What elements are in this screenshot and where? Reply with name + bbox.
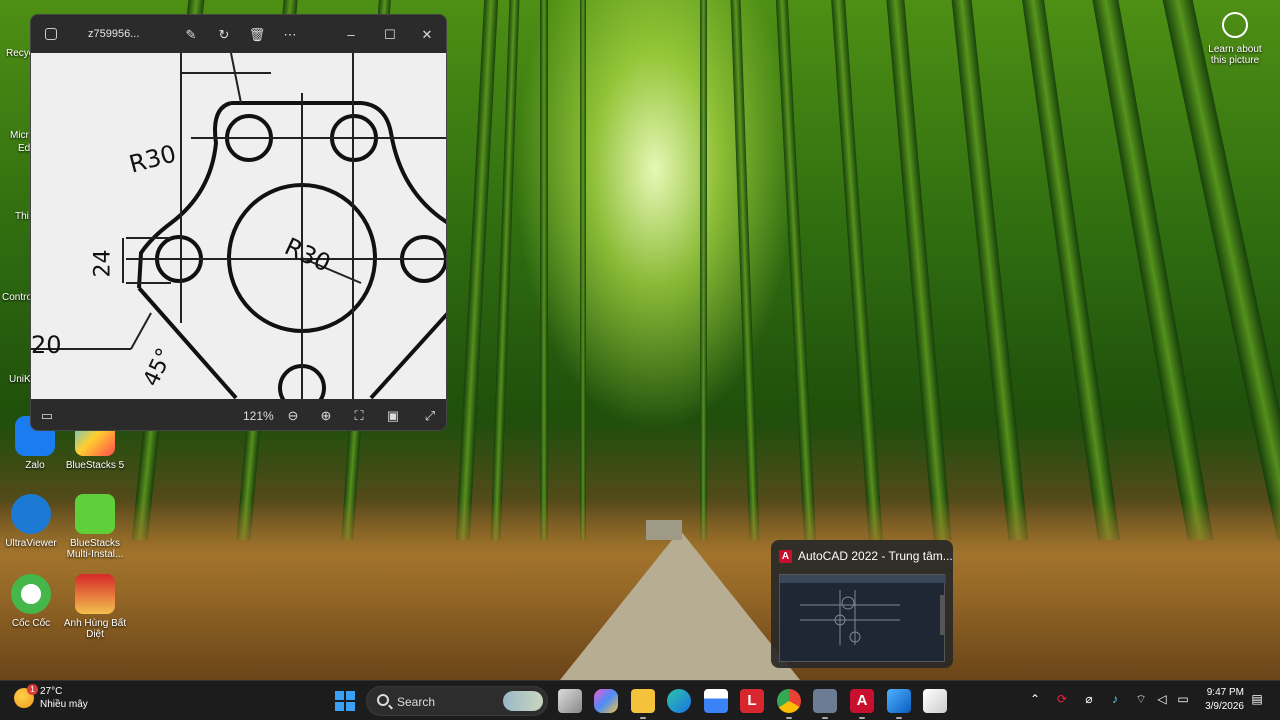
desktop-icon-label: Cốc Cốc: [11, 618, 51, 629]
desktop-icon-label: Anh Hùng Bất Diệt: [63, 618, 127, 640]
volume-icon[interactable]: ◁: [1153, 692, 1171, 706]
dimension-24: 24: [90, 249, 116, 278]
desktop-icon-ultraviewer[interactable]: UltraViewer: [0, 494, 66, 549]
taskbar: 1 27°C Nhiều mây Search L A ⌃ ⟳ ⌀ ♪ ⌔ ◁ …: [0, 680, 1280, 720]
snipping-tool-icon[interactable]: [923, 689, 947, 713]
desktop-icon-coccoc[interactable]: Cốc Cốc: [0, 574, 66, 629]
desktop-icon-control-panel[interactable]: Contro: [2, 292, 32, 303]
windows-icon: [335, 691, 355, 711]
taskbar-search[interactable]: Search: [366, 686, 548, 716]
desktop-icon-edge-label2: Ed: [18, 143, 31, 154]
dimension-20: 20: [31, 331, 62, 359]
running-indicator: [859, 717, 865, 719]
photos-window[interactable]: z759956... ✎ ↻ 🗑 ⋯ – ☐ ✕ R30 R30 24 20 4…: [30, 14, 447, 431]
weather-badge: 1: [27, 684, 38, 695]
show-hidden-icons[interactable]: ⌃: [1026, 692, 1044, 706]
copilot-icon[interactable]: [594, 689, 618, 713]
zoom-out-icon[interactable]: ⊖: [283, 406, 303, 426]
zoom-in-icon[interactable]: ⊕: [316, 406, 336, 426]
desktop-icon-label: UltraViewer: [5, 538, 57, 549]
calculator-icon[interactable]: [813, 689, 837, 713]
filmstrip-icon[interactable]: ▭: [37, 406, 57, 426]
autocad-preview-image: [779, 574, 946, 662]
desktop-icon-anh-hung[interactable]: Anh Hùng Bất Diệt: [60, 574, 130, 640]
file-name: z759956...: [88, 28, 140, 40]
learn-about-label: Learn about this picture: [1208, 44, 1262, 66]
start-button[interactable]: [333, 689, 357, 713]
search-icon: [377, 694, 389, 706]
running-indicator: [786, 717, 792, 719]
maximize-button[interactable]: ☐: [380, 25, 400, 45]
search-placeholder: Search: [397, 695, 436, 709]
close-button[interactable]: ✕: [417, 25, 437, 45]
autocad-preview-title: AutoCAD 2022 - Trung tâm...: [798, 549, 953, 563]
photos-bottom-bar: ▭ 121% ⊖ ⊕ ⛶ ▣ ⤢: [31, 399, 446, 430]
task-view-icon[interactable]: [558, 689, 582, 713]
actual-size-icon[interactable]: ▣: [383, 406, 403, 426]
microphone-icon[interactable]: ♪: [1106, 692, 1124, 706]
drawing-image: R30 R30 24 20 45°: [31, 53, 446, 399]
microsoft-store-icon[interactable]: [704, 689, 728, 713]
desktop-icon-label: BlueStacks 5: [65, 460, 125, 471]
bluestacks-multi-icon: [75, 494, 115, 534]
notifications-icon[interactable]: ▤: [1248, 692, 1266, 706]
chrome-icon[interactable]: [777, 689, 801, 713]
desktop-icon-unikey[interactable]: UniK: [9, 374, 31, 385]
clock-date: 3/9/2026: [1205, 701, 1244, 712]
lingoes-icon[interactable]: L: [740, 689, 764, 713]
autocad-taskbar-icon[interactable]: A: [850, 689, 874, 713]
weather-widget[interactable]: 1 27°C Nhiều mây: [14, 684, 88, 710]
edit-icon[interactable]: ✎: [181, 25, 201, 45]
running-indicator: [822, 717, 828, 719]
desktop-icon-this-pc[interactable]: Thi: [15, 211, 29, 222]
desktop-icon-bluestacks-multi[interactable]: BlueStacks Multi-Instal...: [60, 494, 130, 560]
weather-temp: 27°C: [40, 686, 63, 697]
sync-icon[interactable]: ⟳: [1053, 692, 1071, 706]
game-icon: [75, 574, 115, 614]
ultraviewer-icon: [11, 494, 51, 534]
weather-description: Nhiều mây: [40, 699, 88, 710]
photos-app-icon: [45, 28, 57, 40]
minimize-button[interactable]: –: [341, 25, 361, 45]
fit-to-window-icon[interactable]: ⛶: [349, 406, 369, 426]
desktop-icon-label: BlueStacks Multi-Instal...: [66, 538, 124, 560]
photos-taskbar-icon[interactable]: [887, 689, 911, 713]
technical-drawing: [31, 53, 446, 399]
weather-icon: 1: [14, 684, 38, 708]
desktop-icon-edge[interactable]: Micr: [10, 130, 29, 141]
zoom-level: 121%: [243, 409, 274, 423]
battery-icon[interactable]: ▭: [1174, 692, 1192, 706]
clock[interactable]: 9:47 PM 3/9/2026: [1198, 686, 1244, 714]
delete-icon[interactable]: 🗑: [247, 25, 267, 45]
wifi-icon[interactable]: ⌔: [1132, 692, 1150, 707]
clock-time: 9:47 PM: [1206, 687, 1244, 698]
photos-titlebar[interactable]: z759956... ✎ ↻ 🗑 ⋯ – ☐ ✕: [31, 15, 446, 53]
autocad-icon: A: [779, 549, 792, 563]
camera-icon: [1222, 12, 1248, 38]
rotate-icon[interactable]: ↻: [214, 25, 234, 45]
file-explorer-icon[interactable]: [631, 689, 655, 713]
more-options-icon[interactable]: ⋯: [280, 25, 300, 45]
network-off-icon[interactable]: ⌀: [1080, 692, 1098, 706]
autocad-preview-popup[interactable]: A AutoCAD 2022 - Trung tâm...: [771, 540, 953, 668]
coccoc-icon: [11, 574, 51, 614]
fullscreen-icon[interactable]: ⤢: [420, 406, 440, 426]
running-indicator: [640, 717, 646, 719]
learn-about-picture[interactable]: Learn about this picture: [1200, 12, 1270, 66]
edge-icon[interactable]: [667, 689, 691, 713]
search-highlight-image: [503, 691, 543, 711]
running-indicator: [896, 717, 902, 719]
